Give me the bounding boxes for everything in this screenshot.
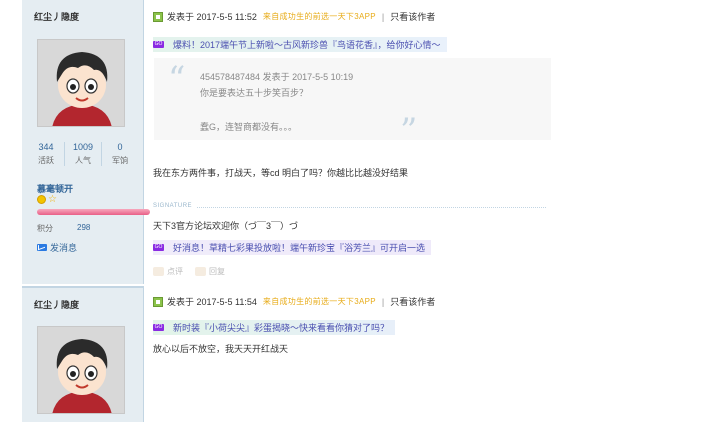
- post-1: 红尘丿隐度 344 活跃 1009 人气 0 军饷 慕毫顿开 ☆ 积分 298 …: [0, 0, 720, 284]
- star-badge-icon: ☆: [48, 194, 57, 205]
- only-author-link[interactable]: 只看该作者: [390, 10, 435, 23]
- reply-icon: [195, 267, 206, 276]
- quote-line-1: 你是要表达五十步笑百步？: [200, 88, 309, 98]
- ad-tag-icon: GO: [153, 324, 164, 331]
- quote-block: “ 454578487484 发表于 2017-5-5 10:19 你是要表达五…: [154, 58, 551, 148]
- quote-line-2: 蠢G，连智商都没有。。。: [200, 122, 298, 132]
- smile-badge-icon: [37, 195, 46, 204]
- post-header: 发表于 2017-5-5 11:52 来自成功生的前选一天下3APP | 只看该…: [153, 10, 435, 23]
- comment-button[interactable]: 点评: [153, 266, 183, 277]
- author-name[interactable]: 红尘丿隐度: [34, 298, 79, 311]
- post-content: 我在东方两件事，打战天，等cd 明白了吗？你越比比越没好结果: [153, 168, 409, 178]
- send-message-link[interactable]: 发消息: [37, 241, 77, 254]
- post-body: 发表于 2017-5-5 11:54 来自成功生的前选一天下3APP | 只看该…: [145, 286, 720, 422]
- author-stats: 344 活跃 1009 人气 0 军饷: [28, 142, 138, 166]
- stat-active[interactable]: 344 活跃: [28, 142, 65, 166]
- reply-button[interactable]: 回复: [195, 266, 225, 277]
- post-actions: 点评 回复: [153, 266, 225, 277]
- ad-tag-icon: GO: [153, 244, 164, 251]
- ad-banner-bottom[interactable]: GO 好消息！草精七彩果投放啦！端午新珍宝『浴芳兰』可开启一选: [153, 240, 432, 255]
- only-author-link[interactable]: 只看该作者: [390, 295, 435, 308]
- avatar[interactable]: [37, 39, 125, 127]
- author-sidebar: 红尘丿隐度 344 活跃 1009 人气 0 军饷 慕毫顿开 ☆ 积分 298 …: [22, 0, 150, 284]
- quote-close-icon: ”: [400, 111, 418, 151]
- author-name[interactable]: 红尘丿隐度: [34, 10, 79, 23]
- ad-banner-top[interactable]: GO 爆料！2017端午节上新啦～古风新珍兽『鸟语花香』，给你好心情～: [153, 37, 447, 52]
- mail-icon: [37, 244, 47, 251]
- post-content: 放心以后不放空，我天天开红战天: [153, 344, 289, 354]
- signature: 天下3官方论坛欢迎你（づ￣3￣）づ: [153, 221, 299, 231]
- author-sidebar: 红尘丿隐度: [22, 286, 144, 422]
- post-2: 红尘丿隐度 发表于 2017-5-5 11:54 来自成功生的前选一天下3APP…: [0, 286, 720, 422]
- signature-label: SIGNATURE: [153, 203, 197, 209]
- medal-badges: ☆: [37, 194, 57, 205]
- avatar[interactable]: [37, 326, 125, 414]
- post-body: 发表于 2017-5-5 11:52 来自成功生的前选一天下3APP | 只看该…: [145, 0, 720, 284]
- post-header: 发表于 2017-5-5 11:54 来自成功生的前选一天下3APP | 只看该…: [153, 295, 435, 308]
- post-source[interactable]: 来自成功生的前选一天下3APP: [263, 11, 376, 22]
- ad-banner-top[interactable]: GO 新时装『小荷尖尖』彩蛋揭晓～快来看看你猜对了吗？: [153, 320, 396, 335]
- post-time: 发表于 2017-5-5 11:54: [167, 297, 257, 307]
- credit: 积分 298: [37, 223, 91, 233]
- stat-popularity[interactable]: 1009 人气: [65, 142, 102, 166]
- comment-icon: [153, 267, 164, 276]
- avatar-cartoon-icon: [38, 40, 124, 126]
- online-status-icon: [153, 296, 163, 307]
- level-bar: [37, 209, 150, 215]
- ad-tag-icon: GO: [153, 41, 164, 48]
- signature-divider: [153, 207, 546, 208]
- avatar-cartoon-icon: [38, 327, 124, 413]
- quote-open-icon: “: [168, 59, 186, 99]
- header-separator: |: [381, 11, 385, 22]
- online-status-icon: [153, 11, 163, 22]
- post-time: 发表于 2017-5-5 11:52: [167, 12, 257, 22]
- stat-pay[interactable]: 0 军饷: [102, 142, 138, 166]
- header-separator: |: [381, 296, 385, 307]
- quote-author: 454578487484 发表于 2017-5-5 10:19: [200, 72, 354, 82]
- post-source[interactable]: 来自成功生的前选一天下3APP: [263, 296, 376, 307]
